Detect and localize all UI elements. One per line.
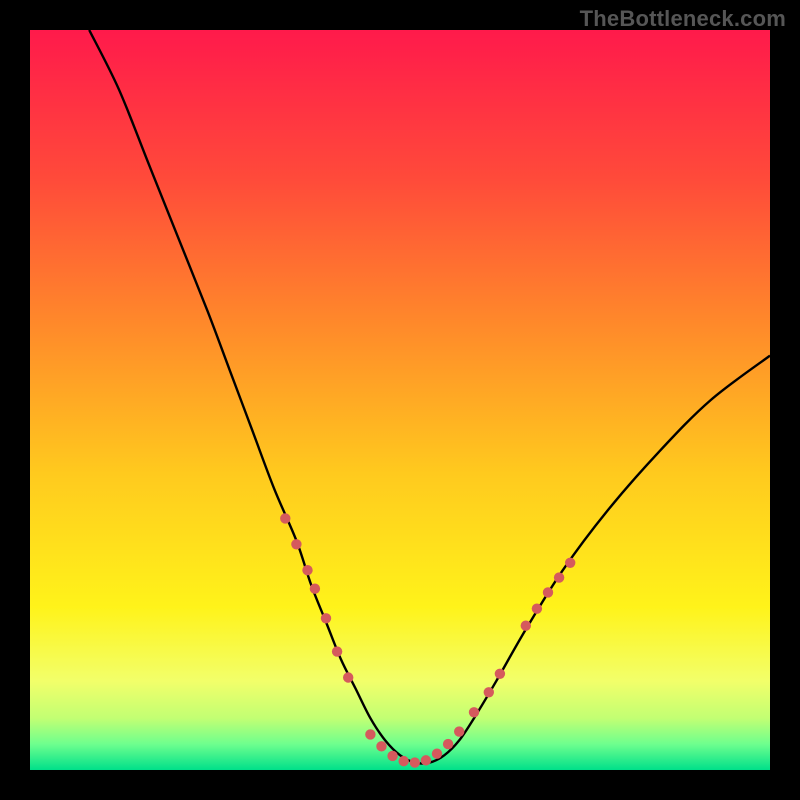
marker-dot <box>484 687 494 697</box>
marker-dot <box>387 751 397 761</box>
marker-dot <box>310 584 320 594</box>
marker-dot <box>454 726 464 736</box>
marker-dot <box>332 646 342 656</box>
chart-svg <box>30 30 770 770</box>
marker-dot <box>365 729 375 739</box>
marker-dot <box>521 621 531 631</box>
marker-dot <box>410 757 420 767</box>
marker-dot <box>376 741 386 751</box>
plot-area <box>30 30 770 770</box>
marker-dot <box>565 558 575 568</box>
marker-dot <box>554 572 564 582</box>
marker-dot <box>399 756 409 766</box>
marker-dot <box>443 739 453 749</box>
marker-dot <box>321 613 331 623</box>
marker-dot <box>302 565 312 575</box>
watermark-text: TheBottleneck.com <box>580 6 786 32</box>
marker-dot <box>280 513 290 523</box>
marker-dot <box>432 749 442 759</box>
gradient-background <box>30 30 770 770</box>
marker-dot <box>532 603 542 613</box>
marker-dot <box>421 755 431 765</box>
chart-frame: TheBottleneck.com <box>0 0 800 800</box>
marker-dot <box>543 587 553 597</box>
marker-dot <box>291 539 301 549</box>
marker-dot <box>343 672 353 682</box>
marker-dot <box>495 669 505 679</box>
marker-dot <box>469 707 479 717</box>
